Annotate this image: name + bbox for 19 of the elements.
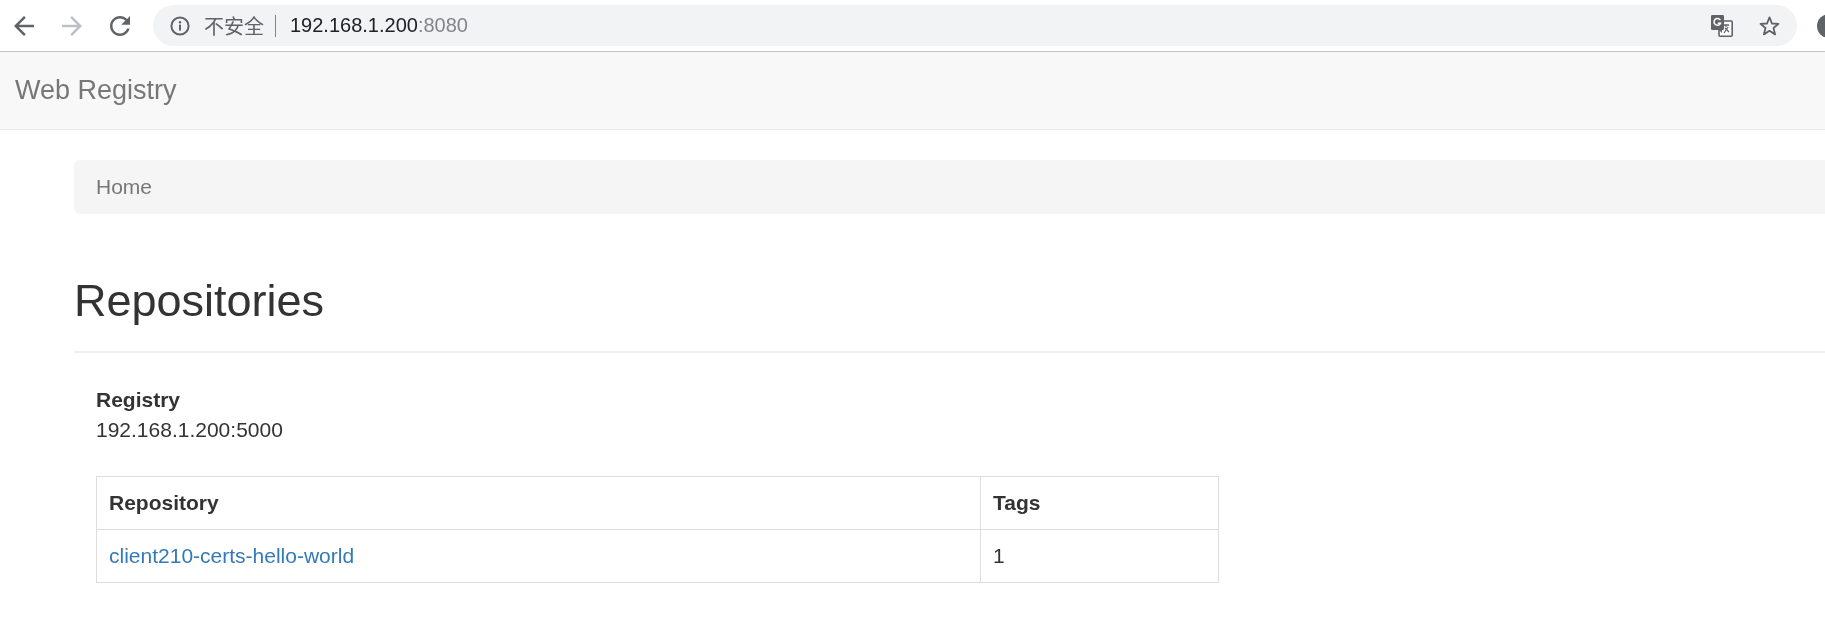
- column-header: Tags: [980, 476, 1219, 529]
- forward-arrow-icon: [62, 15, 82, 36]
- page-title: Repositories: [74, 276, 326, 326]
- reload-icon: [110, 15, 130, 36]
- back-arrow-icon: [14, 15, 34, 36]
- registry-address: 192.168.1.200:5000: [96, 416, 284, 443]
- registry-label: Registry: [96, 386, 182, 413]
- security-label: 不安全: [204, 15, 264, 40]
- breadcrumb-item: Home: [96, 174, 153, 200]
- brand-link[interactable]: Web Registry: [15, 74, 177, 107]
- address-bar[interactable]: 不安全 192.168.1.200:8080: [153, 5, 1797, 46]
- info-icon[interactable]: [170, 15, 190, 36]
- translate-icon[interactable]: [1711, 14, 1733, 37]
- table-cell: 1: [980, 529, 1219, 582]
- url-text[interactable]: 192.168.1.200:8080: [290, 14, 468, 37]
- repository-link[interactable]: client210-certs-hello-world: [109, 543, 355, 567]
- bookmark-star-icon[interactable]: [1759, 15, 1780, 36]
- column-header: Repository: [96, 476, 981, 529]
- avatar-icon[interactable]: [1817, 13, 1825, 38]
